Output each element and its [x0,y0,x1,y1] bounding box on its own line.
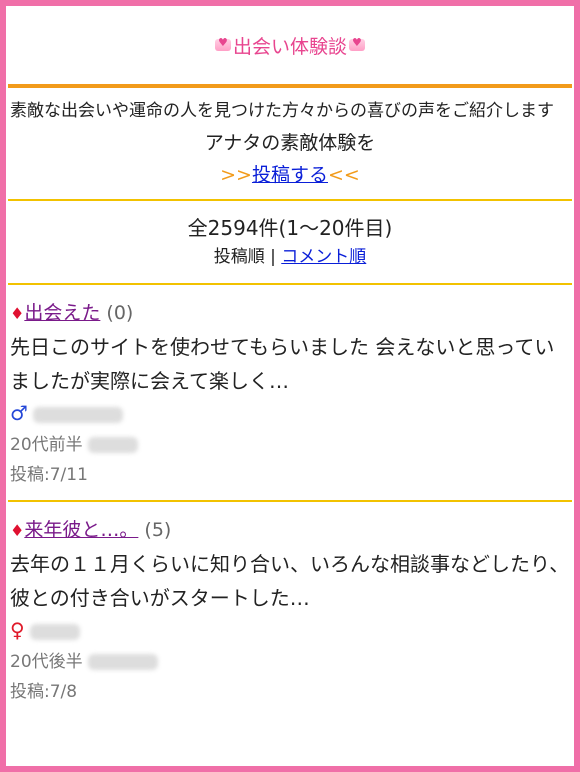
arrow-right-icon: << [328,164,360,186]
sort-options: 投稿順 | コメント順 [6,243,574,271]
poster-age: 20代後半 [10,652,83,672]
list-item: ♦出会えた (0) 先日このサイトを使わせてもらいました 会えないと思っていまし… [6,285,574,500]
story-excerpt: 先日このサイトを使わせてもらいました 会えないと思っていましたが実際に会えて楽し… [10,335,555,393]
sort-by-post: 投稿順 [213,247,265,267]
listing-header: 全2594件(1～20件目) 投稿順 | コメント順 [6,201,574,283]
heart-icon [349,36,365,51]
poster-row: ♂ [10,398,570,430]
poster-age-row: 20代後半 [10,647,570,677]
diamond-icon: ♦ [10,304,25,323]
post-link[interactable]: 投稿する [252,164,328,186]
blurred-location [88,654,159,670]
poster-age-row: 20代前半 [10,430,570,460]
page-title: 出会い体験談 [232,35,347,58]
story-title-link[interactable]: 来年彼と…。 [24,519,138,541]
result-count: 全2594件(1～20件目) [187,216,393,240]
cta-line: アナタの素敵体験を [204,132,376,154]
page-header: 出会い体験談 [6,6,574,84]
story-title-row: ♦来年彼と…。 (5) [10,516,570,545]
diamond-icon: ♦ [10,521,25,540]
arrow-left-icon: >> [220,164,252,186]
blurred-username [30,624,81,640]
male-icon: ♂ [10,401,28,425]
story-title-row: ♦出会えた (0) [10,299,570,328]
story-title-link[interactable]: 出会えた [24,302,100,324]
sort-by-comment-link[interactable]: コメント順 [281,247,366,267]
blurred-username [33,407,124,423]
poster-row: ♀ [10,615,570,647]
poster-age: 20代前半 [10,435,83,455]
post-cta: アナタの素敵体験を >>投稿する<< [6,125,574,191]
blurred-location [88,437,139,453]
post-date: 投稿:7/8 [10,682,78,702]
comment-count: (0) [106,302,134,324]
female-icon: ♀ [10,618,25,642]
intro-text: 素敵な出会いや運命の人を見つけた方々からの喜びの声をご紹介します [10,101,554,121]
sort-separator: | [270,247,276,267]
list-item: ♦来年彼と…。 (5) 去年の１１月くらいに知り合い、いろんな相談事などしたり、… [6,502,574,717]
heart-icon [214,36,231,51]
story-excerpt: 去年の１１月くらいに知り合い、いろんな相談事などしたり、彼との付き合いがスタート… [10,552,570,610]
comment-count: (5) [144,519,172,541]
post-date: 投稿:7/11 [10,465,88,485]
